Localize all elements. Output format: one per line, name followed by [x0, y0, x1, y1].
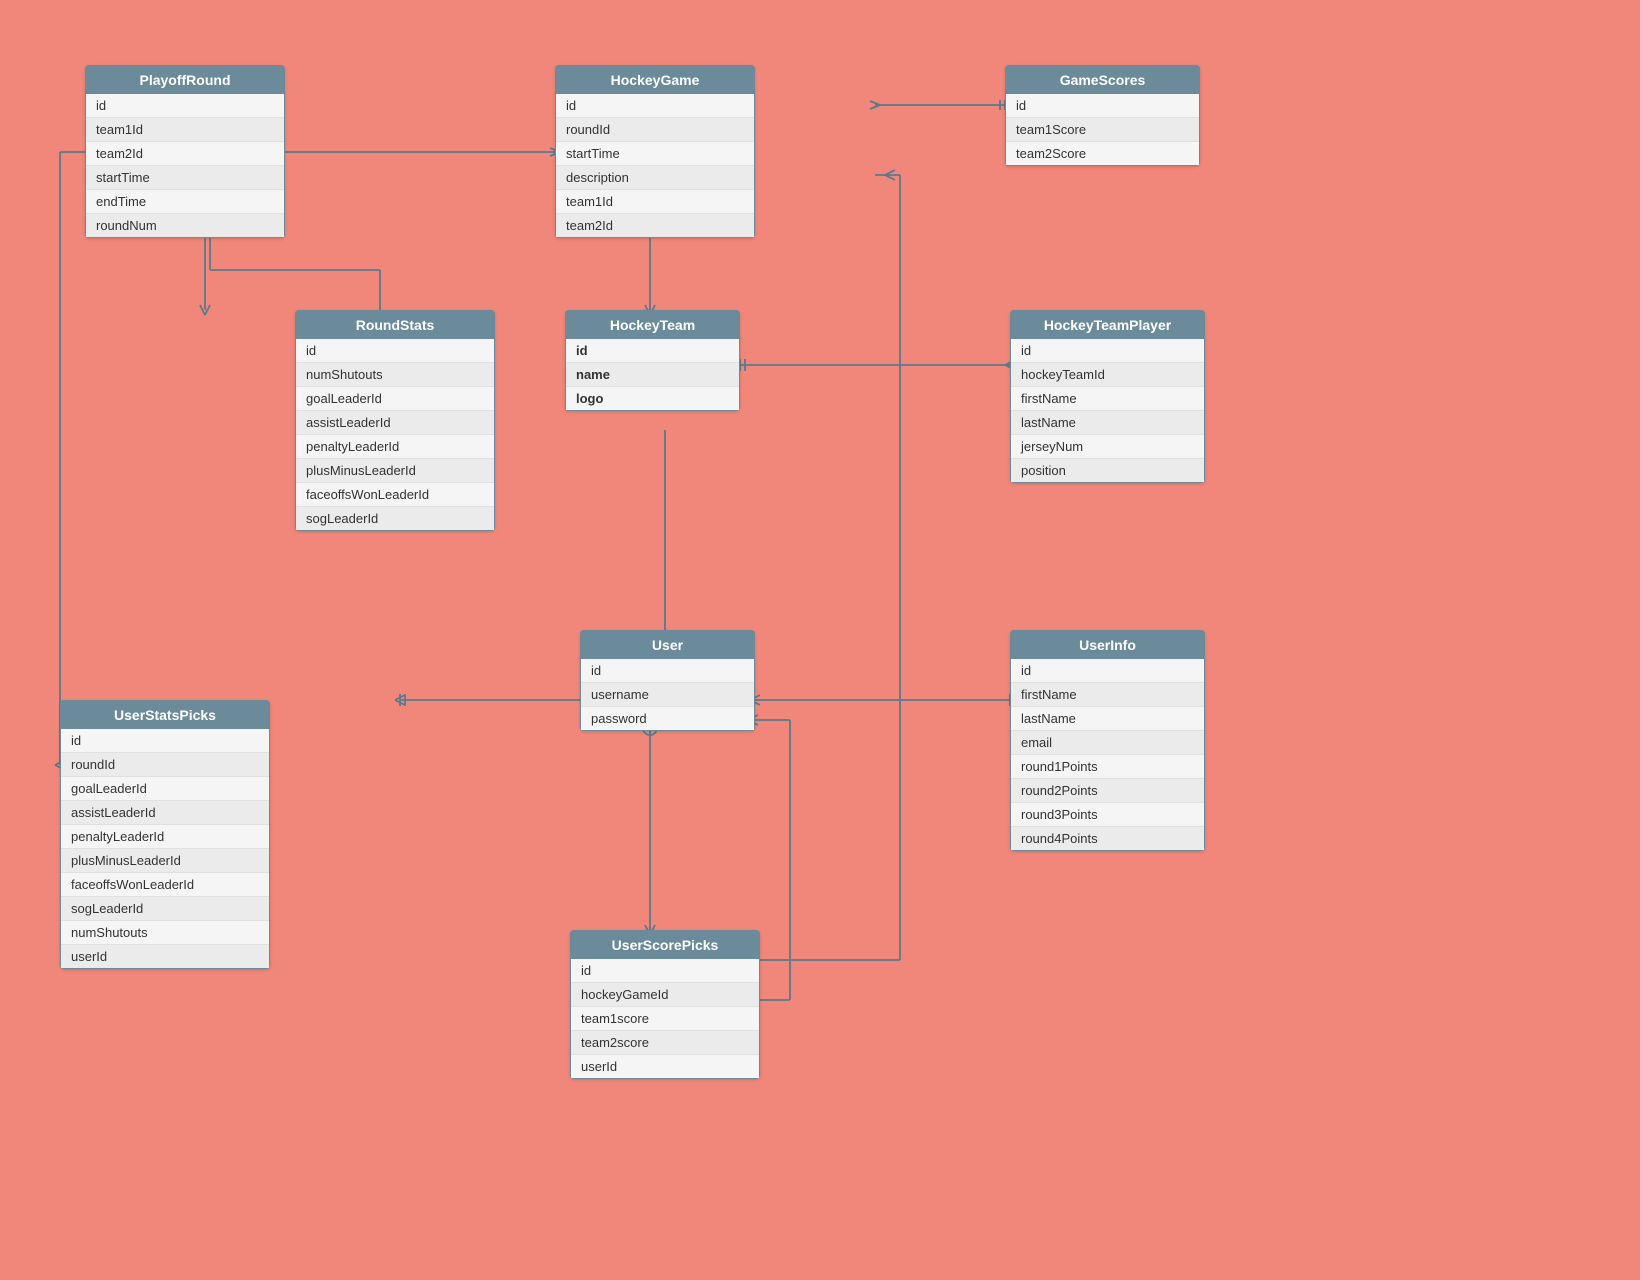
field-hg-id: id [556, 94, 754, 118]
entity-header-user: User [581, 631, 754, 659]
field-usp-sogleaderid: sogLeaderId [61, 897, 269, 921]
entity-userscorepicks: UserScorePicks id hockeyGameId team1scor… [570, 930, 760, 1079]
entity-header-hockeyteam: HockeyTeam [566, 311, 739, 339]
field-htp-position: position [1011, 459, 1204, 482]
field-hg-starttime: startTime [556, 142, 754, 166]
field-uscr-userid: userId [571, 1055, 759, 1078]
entity-header-userinfo: UserInfo [1011, 631, 1204, 659]
field-uscr-hockeygameid: hockeyGameId [571, 983, 759, 1007]
entity-userstatspicks: UserStatsPicks id roundId goalLeaderId a… [60, 700, 270, 969]
field-usp-userid: userId [61, 945, 269, 968]
entity-hockeyteam: HockeyTeam id name logo [565, 310, 740, 411]
field-ui-lastname: lastName [1011, 707, 1204, 731]
field-u-id: id [581, 659, 754, 683]
field-usp-penaltyleaderid: penaltyLeaderId [61, 825, 269, 849]
field-rs-sogleaderid: sogLeaderId [296, 507, 494, 530]
field-rs-id: id [296, 339, 494, 363]
field-ui-round1points: round1Points [1011, 755, 1204, 779]
field-uscr-team2score: team2score [571, 1031, 759, 1055]
entity-hockeyteamplayer: HockeyTeamPlayer id hockeyTeamId firstNa… [1010, 310, 1205, 483]
field-usp-assistleaderid: assistLeaderId [61, 801, 269, 825]
field-hg-description: description [556, 166, 754, 190]
field-hg-roundid: roundId [556, 118, 754, 142]
field-pr-id: id [86, 94, 284, 118]
field-pr-endtime: endTime [86, 190, 284, 214]
entity-roundstats: RoundStats id numShutouts goalLeaderId a… [295, 310, 495, 531]
field-rs-penaltyleaderid: penaltyLeaderId [296, 435, 494, 459]
field-htp-lastname: lastName [1011, 411, 1204, 435]
entity-hockeygame: HockeyGame id roundId startTime descript… [555, 65, 755, 238]
field-u-password: password [581, 707, 754, 730]
field-hg-team1id: team1Id [556, 190, 754, 214]
field-rs-goalleaderid: goalLeaderId [296, 387, 494, 411]
field-usp-roundid: roundId [61, 753, 269, 777]
field-pr-roundnum: roundNum [86, 214, 284, 237]
field-ht-id: id [566, 339, 739, 363]
entity-playoffround: PlayoffRound id team1Id team2Id startTim… [85, 65, 285, 238]
field-ui-firstname: firstName [1011, 683, 1204, 707]
field-usp-id: id [61, 729, 269, 753]
field-ui-email: email [1011, 731, 1204, 755]
field-rs-assistleaderid: assistLeaderId [296, 411, 494, 435]
field-pr-team1id: team1Id [86, 118, 284, 142]
field-pr-team2id: team2Id [86, 142, 284, 166]
field-pr-starttime: startTime [86, 166, 284, 190]
entity-gamescores: GameScores id team1Score team2Score [1005, 65, 1200, 166]
diagram-container: PlayoffRound id team1Id team2Id startTim… [0, 0, 1640, 1280]
field-htp-id: id [1011, 339, 1204, 363]
field-ui-round2points: round2Points [1011, 779, 1204, 803]
field-usp-plusminusleaderid: plusMinusLeaderId [61, 849, 269, 873]
entity-header-userscorepicks: UserScorePicks [571, 931, 759, 959]
field-rs-numshutouts: numShutouts [296, 363, 494, 387]
field-ui-id: id [1011, 659, 1204, 683]
field-htp-firstname: firstName [1011, 387, 1204, 411]
entity-userinfo: UserInfo id firstName lastName email rou… [1010, 630, 1205, 851]
field-usp-goalleaderid: goalLeaderId [61, 777, 269, 801]
entity-header-hockeyteamplayer: HockeyTeamPlayer [1011, 311, 1204, 339]
field-u-username: username [581, 683, 754, 707]
field-gs-id: id [1006, 94, 1199, 118]
field-rs-faceoffswonleaderid: faceoffsWonLeaderId [296, 483, 494, 507]
field-htp-jerseynum: jerseyNum [1011, 435, 1204, 459]
field-gs-team1score: team1Score [1006, 118, 1199, 142]
entity-header-playoffround: PlayoffRound [86, 66, 284, 94]
field-htp-hockeyteamid: hockeyTeamId [1011, 363, 1204, 387]
field-uscr-id: id [571, 959, 759, 983]
field-rs-plusminusleaderid: plusMinusLeaderId [296, 459, 494, 483]
field-gs-team2score: team2Score [1006, 142, 1199, 165]
field-ht-logo: logo [566, 387, 739, 410]
entity-user: User id username password [580, 630, 755, 731]
field-usp-numshutouts: numShutouts [61, 921, 269, 945]
entity-header-hockeygame: HockeyGame [556, 66, 754, 94]
field-ui-round4points: round4Points [1011, 827, 1204, 850]
field-ht-name: name [566, 363, 739, 387]
entity-header-roundstats: RoundStats [296, 311, 494, 339]
field-uscr-team1score: team1score [571, 1007, 759, 1031]
field-usp-faceoffswonleaderid: faceoffsWonLeaderId [61, 873, 269, 897]
field-hg-team2id: team2Id [556, 214, 754, 237]
entity-header-userstatspicks: UserStatsPicks [61, 701, 269, 729]
field-ui-round3points: round3Points [1011, 803, 1204, 827]
entity-header-gamescores: GameScores [1006, 66, 1199, 94]
